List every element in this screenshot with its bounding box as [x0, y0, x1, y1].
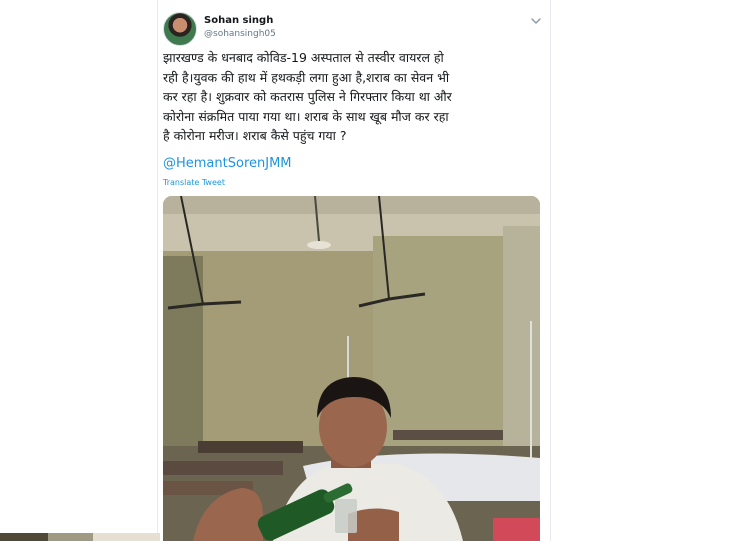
- author-handle[interactable]: @sohansingh05: [204, 29, 276, 39]
- avatar[interactable]: [163, 12, 197, 46]
- chevron-down-icon[interactable]: [530, 15, 542, 27]
- mention-link[interactable]: @HemantSorenJMM: [163, 156, 292, 171]
- tweet-photo[interactable]: [163, 196, 540, 541]
- tweet-text: झारखण्ड के धनबाद कोविड-19 अस्पताल से तस्…: [163, 50, 452, 143]
- adjacent-image-strip: [0, 533, 160, 541]
- translate-tweet-link[interactable]: Translate Tweet: [163, 178, 225, 187]
- author-name[interactable]: Sohan singh: [204, 15, 273, 26]
